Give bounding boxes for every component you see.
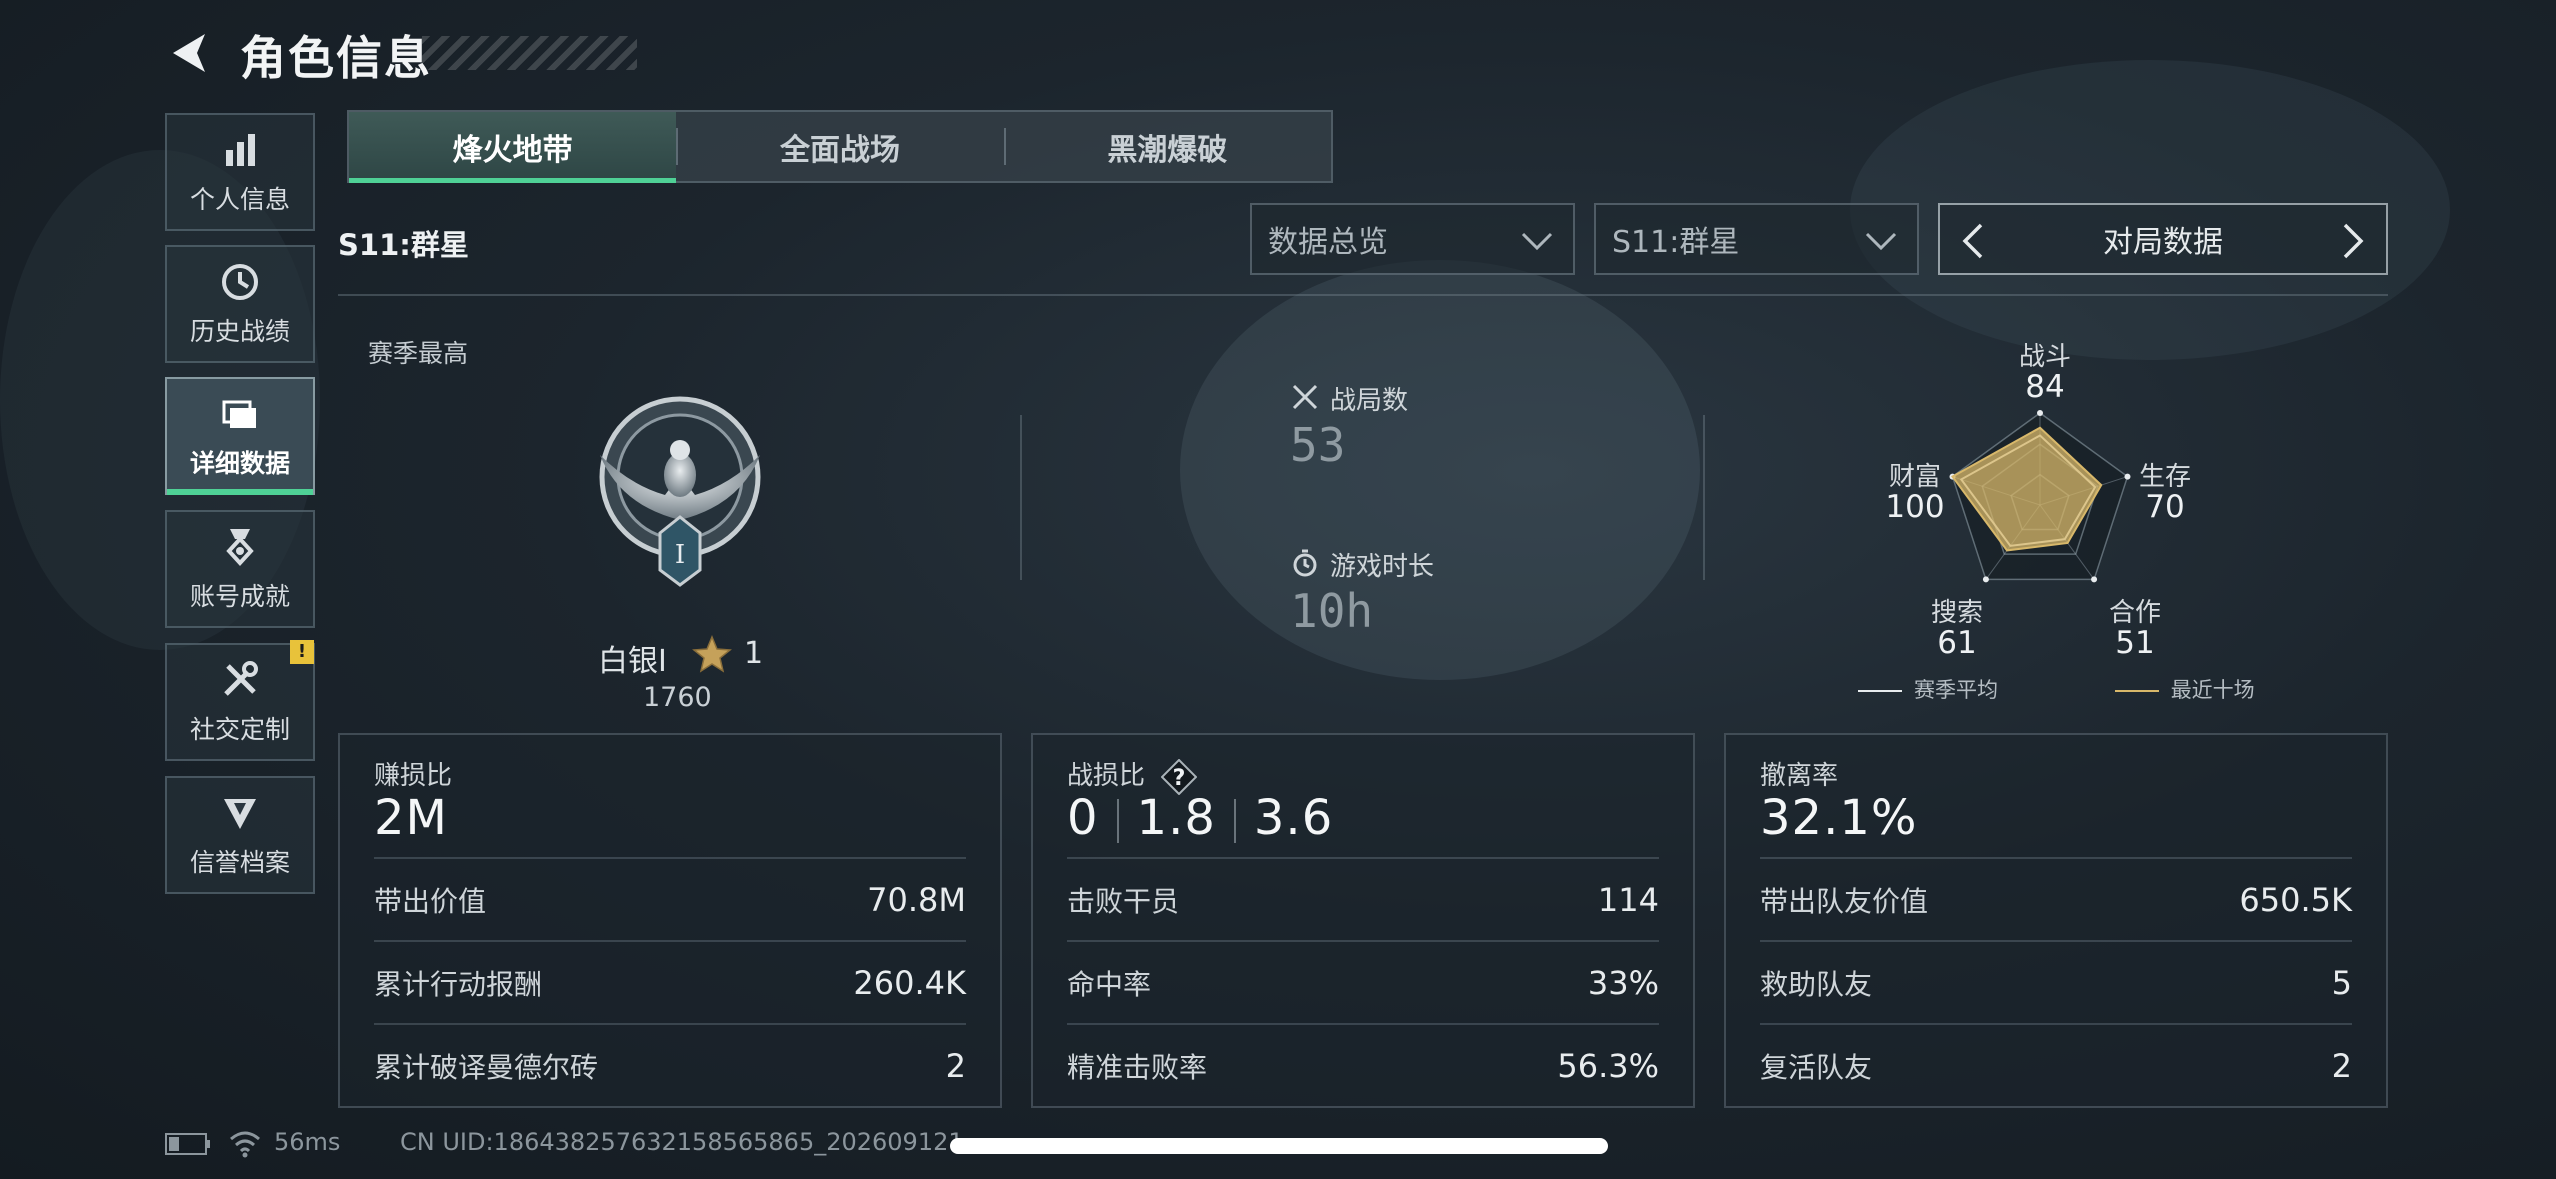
season-dropdown[interactable]: S11:群星 <box>1594 203 1919 275</box>
tools-icon <box>224 661 258 696</box>
card-value: 2M <box>374 790 448 846</box>
stat-row: 击败干员 114 <box>1067 857 1659 941</box>
ability-radar-chart <box>1949 410 2131 583</box>
divider <box>1703 415 1705 580</box>
dropdown-value: S11:群星 <box>1612 225 1740 260</box>
radar-axis-cooperation: 合作 51 <box>2108 598 2161 661</box>
sidebar-item-label: 历史战绩 <box>189 317 290 346</box>
stat-row: 带出价值 70.8M <box>374 857 966 941</box>
season-best-label: 赛季最高 <box>368 339 469 368</box>
sidebar-item-label: 社交定制 <box>189 715 290 744</box>
stat-row: 累计行动报酬 260.4K <box>374 940 966 1024</box>
page-title: 角色信息 <box>240 31 432 85</box>
alert-badge: ! <box>290 640 314 664</box>
stat-row: 带出队友价值 650.5K <box>1760 857 2352 941</box>
stat-row: 精准击败率 56.3% <box>1067 1023 1659 1107</box>
rank-score: 1760 <box>643 682 712 713</box>
legend-recent-label: 最近十场 <box>2170 678 2255 702</box>
rank-medal-icon: I <box>599 396 761 587</box>
svg-text:?: ? <box>1173 766 1186 791</box>
divider <box>1020 415 1022 580</box>
bar-chart-icon <box>226 134 255 166</box>
rank-name: 白银I <box>598 644 667 679</box>
clock-icon <box>222 264 258 300</box>
data-type-pager: 对局数据 <box>1938 203 2388 275</box>
stat-row: 复活队友 2 <box>1760 1023 2352 1107</box>
sidebar-item-label: 账号成就 <box>189 582 290 611</box>
card-value: 0 1.8 3.6 <box>1067 790 1334 846</box>
extraction-rate-card: 撤离率 32.1% 带出队友价值 650.5K 救助队友 5 复活队友 2 <box>1724 733 2388 1108</box>
mode-tabs: 烽火地带 全面战场 黑潮爆破 <box>347 110 1333 183</box>
stat-row: 命中率 33% <box>1067 940 1659 1024</box>
star-icon <box>692 635 732 673</box>
playtime-value: 10h <box>1290 584 1374 638</box>
stat-row: 救助队友 5 <box>1760 940 2352 1024</box>
legend-swatch-average <box>1858 690 1902 692</box>
sidebar-item-label: 详细数据 <box>189 449 290 478</box>
matches-label: 战局数 <box>1330 386 1409 416</box>
chevron-down-icon <box>1521 232 1553 251</box>
radar-axis-survival: 生存 70 <box>2138 462 2191 525</box>
sidebar-item-reputation[interactable]: 信誉档案 <box>165 776 315 894</box>
svg-text:I: I <box>675 540 685 570</box>
radar-axis-dot <box>2037 410 2043 416</box>
crossed-swords-icon <box>1292 384 1318 410</box>
medal-icon <box>226 529 254 566</box>
radar-axis-wealth: 财富 100 <box>1885 462 1945 525</box>
radar-axis-dot <box>2091 576 2098 583</box>
sidebar-item-label: 信誉档案 <box>189 848 290 877</box>
card-title: 赚损比 <box>374 761 453 791</box>
card-title: 撤离率 <box>1760 761 1839 791</box>
card-title: 战损比? <box>1067 755 1198 795</box>
rank-stars: 1 <box>744 636 764 671</box>
pager-label: 对局数据 <box>2103 225 2223 260</box>
back-arrow-icon[interactable] <box>165 28 215 78</box>
matches-value: 53 <box>1290 418 1346 472</box>
chevron-right-icon[interactable] <box>2332 221 2372 261</box>
radar-axis-dot <box>1982 576 1989 583</box>
stat-row: 累计破译曼德尔砖 2 <box>374 1023 966 1107</box>
card-value: 32.1% <box>1760 790 1918 846</box>
radar-axis-search: 搜索 61 <box>1930 598 1983 661</box>
title-decoration <box>422 36 637 70</box>
wifi-icon <box>230 1131 260 1158</box>
tab-heichao[interactable]: 黑潮爆破 <box>1003 112 1331 181</box>
kd-ratio-card: 战损比? 0 1.8 3.6 击败干员 114 命中率 33% 精准击败率 56.3% <box>1031 733 1695 1108</box>
dropdown-value: 数据总览 <box>1268 225 1388 260</box>
ping-value: 56ms <box>274 1128 341 1156</box>
sidebar-item-label: 个人信息 <box>189 185 290 214</box>
chevron-left-icon[interactable] <box>1954 221 1994 261</box>
chevron-down-icon <box>1865 232 1897 251</box>
legend-average-label: 赛季平均 <box>1914 678 1998 702</box>
folder-icon <box>222 400 256 428</box>
stopwatch-icon <box>1293 549 1317 577</box>
sidebar-item-match-history[interactable]: 历史战绩 <box>165 245 315 363</box>
tab-fenghuo[interactable]: 烽火地带 <box>349 112 677 183</box>
battery-icon <box>165 1133 210 1155</box>
tab-quanmian[interactable]: 全面战场 <box>676 112 1003 181</box>
data-overview-dropdown[interactable]: 数据总览 <box>1250 203 1575 275</box>
user-uid: CN UID:186438257632158565865_202609121 <box>400 1128 964 1156</box>
divider <box>338 294 2388 296</box>
sidebar-item-achievements[interactable]: 账号成就 <box>165 510 315 628</box>
radar-axis-combat: 战斗 84 <box>2018 342 2071 405</box>
sidebar-item-personal-info[interactable]: 个人信息 <box>165 113 315 231</box>
radar-legend: 赛季平均 最近十场 <box>1858 674 2255 704</box>
season-label: S11:群星 <box>338 228 469 262</box>
profit-loss-card: 赚损比 2M 带出价值 70.8M 累计行动报酬 260.4K 累计破译曼德尔砖 2 <box>338 733 1002 1108</box>
sidebar-item-detailed-data[interactable]: 详细数据 <box>165 377 315 495</box>
playtime-label: 游戏时长 <box>1330 552 1435 582</box>
home-indicator[interactable] <box>950 1138 1608 1154</box>
shield-icon <box>224 799 256 829</box>
legend-swatch-recent <box>2114 690 2159 692</box>
